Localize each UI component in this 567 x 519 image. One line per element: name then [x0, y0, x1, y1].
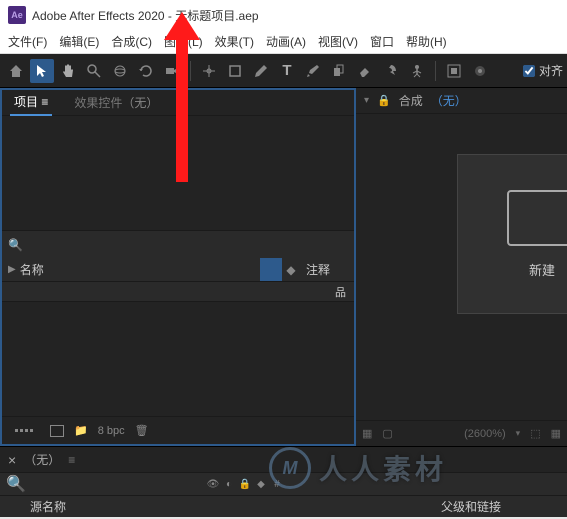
composition-viewer-panel: ▾ 🔒 合成 （无） 新建 ▦ ▢ (2600%) ▾ ⬚ ▦: [356, 88, 567, 446]
home-icon[interactable]: [4, 59, 28, 83]
zoom-level[interactable]: (2600%): [464, 428, 506, 440]
transparency-icon[interactable]: ▦: [551, 427, 561, 440]
interpret-footage-icon[interactable]: [8, 422, 40, 440]
search-icon: 🔍: [8, 238, 23, 252]
tab-project[interactable]: 项目 ≡: [10, 89, 52, 116]
timeline-tabs: × （无） ≡: [0, 447, 567, 473]
menu-layer[interactable]: 图层(L): [164, 33, 203, 50]
zoom-tool-icon[interactable]: [82, 59, 106, 83]
comp-viewer-footer: ▦ ▢ (2600%) ▾ ⬚ ▦: [356, 420, 567, 446]
new-folder-icon[interactable]: 📁: [74, 424, 88, 437]
project-thumbnail-area: [2, 116, 354, 230]
column-type[interactable]: ◆: [282, 263, 300, 277]
column-comment[interactable]: 注释: [300, 261, 354, 278]
project-flow-row: 品: [2, 282, 354, 302]
dropdown-icon[interactable]: ▾: [364, 95, 369, 106]
text-tool-icon[interactable]: T: [275, 59, 299, 83]
snapping-checkbox[interactable]: [523, 65, 535, 77]
lock-col-icon[interactable]: 🔒: [238, 477, 252, 491]
resolution-icon[interactable]: ⬚: [530, 427, 540, 440]
menu-file[interactable]: 文件(F): [8, 33, 47, 50]
eraser-tool-icon[interactable]: [353, 59, 377, 83]
timeline-tab-none[interactable]: （无）: [24, 451, 60, 468]
menu-effect[interactable]: 效果(T): [215, 33, 254, 50]
project-footer: 📁 8 bpc 🗑: [2, 416, 354, 444]
bpc-toggle[interactable]: 8 bpc: [98, 425, 125, 437]
column-parent-link[interactable]: 父级和链接: [441, 498, 561, 515]
toolbar: T 对齐: [0, 54, 567, 88]
shy-icon[interactable]: 👁: [206, 477, 220, 491]
timeline-search-input[interactable]: [32, 477, 209, 492]
project-search: 🔍: [2, 230, 354, 258]
shape-tool-icon[interactable]: [223, 59, 247, 83]
timeline-search: 🔍: [0, 474, 200, 494]
anchor-tool-icon[interactable]: [197, 59, 221, 83]
comp-viewer-none[interactable]: （无）: [431, 92, 467, 109]
comp-viewer-header: ▾ 🔒 合成 （无）: [356, 88, 567, 114]
column-name[interactable]: ▶名称: [2, 261, 134, 278]
new-composition-placeholder[interactable]: 新建: [457, 154, 567, 314]
column-source-name[interactable]: 源名称: [6, 498, 441, 515]
close-tab-icon[interactable]: ×: [8, 452, 16, 468]
mask-feather-icon[interactable]: [468, 59, 492, 83]
clone-tool-icon[interactable]: [327, 59, 351, 83]
pen-tool-icon[interactable]: [249, 59, 273, 83]
mask-toggle-icon[interactable]: ▢: [382, 427, 392, 440]
menu-edit[interactable]: 编辑(E): [59, 33, 99, 50]
project-panel-tabs: 项目 ≡ 效果控件（无）: [2, 90, 354, 116]
index-col-icon[interactable]: #: [270, 477, 284, 491]
new-comp-icon[interactable]: [50, 425, 64, 437]
titlebar: Ae Adobe After Effects 2020 - 无标题项目.aep: [0, 0, 567, 30]
new-comp-label: 新建: [529, 260, 555, 279]
mask-mode-icon[interactable]: [442, 59, 466, 83]
toolbar-divider: [435, 61, 436, 81]
window-title: Adobe After Effects 2020 - 无标题项目.aep: [32, 7, 259, 24]
rotate-tool-icon[interactable]: [134, 59, 158, 83]
project-panel: 项目 ≡ 效果控件（无） 🔍 ▶名称 ◆ 注释 品 📁 8 bpc 🗑: [0, 88, 356, 446]
column-label-sort[interactable]: [260, 258, 282, 281]
snapping-toggle[interactable]: 对齐: [523, 62, 563, 79]
timeline-toolbar: 🔍 👁 ◐ 🔒 ◆ #: [0, 473, 567, 495]
timeline-switches: 👁 ◐ 🔒 ◆ #: [200, 477, 290, 491]
app-icon: Ae: [8, 6, 26, 24]
tab-effect-controls[interactable]: 效果控件（无）: [70, 90, 162, 115]
selection-tool-icon[interactable]: [30, 59, 54, 83]
project-items-list[interactable]: [2, 302, 354, 416]
lock-icon[interactable]: 🔒: [377, 94, 391, 107]
menu-view[interactable]: 视图(V): [318, 33, 358, 50]
menubar: 文件(F) 编辑(E) 合成(C) 图层(L) 效果(T) 动画(A) 视图(V…: [0, 30, 567, 54]
menu-animation[interactable]: 动画(A): [266, 33, 306, 50]
comp-viewer-label: 合成: [399, 92, 423, 109]
toolbar-divider: [190, 61, 191, 81]
brush-tool-icon[interactable]: [301, 59, 325, 83]
zoom-dropdown-icon[interactable]: ▾: [516, 428, 521, 439]
search-icon: 🔍: [6, 474, 26, 494]
project-search-input[interactable]: [29, 238, 348, 252]
main-area: 项目 ≡ 效果控件（无） 🔍 ▶名称 ◆ 注释 品 📁 8 bpc 🗑: [0, 88, 567, 446]
project-column-headers: ▶名称 ◆ 注释: [2, 258, 354, 282]
snapping-label: 对齐: [539, 62, 563, 79]
menu-composition[interactable]: 合成(C): [111, 33, 152, 50]
hand-tool-icon[interactable]: [56, 59, 80, 83]
timeline-columns: 源名称 父级和链接: [0, 495, 567, 517]
trash-icon[interactable]: 🗑: [135, 424, 149, 437]
label-col-icon[interactable]: ◆: [254, 477, 268, 491]
orbit-tool-icon[interactable]: [108, 59, 132, 83]
timeline-panel: × （无） ≡ 🔍 👁 ◐ 🔒 ◆ # 源名称 父级和链接: [0, 446, 567, 517]
solo-icon[interactable]: ◐: [222, 477, 236, 491]
grid-icon[interactable]: ▦: [362, 427, 372, 440]
menu-help[interactable]: 帮助(H): [406, 33, 447, 50]
camera-tool-icon[interactable]: [160, 59, 184, 83]
new-comp-outline-icon: [507, 190, 567, 246]
roto-tool-icon[interactable]: [379, 59, 403, 83]
flowchart-icon[interactable]: 品: [335, 284, 346, 300]
menu-window[interactable]: 窗口: [370, 33, 394, 50]
puppet-tool-icon[interactable]: [405, 59, 429, 83]
comp-viewer-body[interactable]: 新建: [356, 114, 567, 420]
